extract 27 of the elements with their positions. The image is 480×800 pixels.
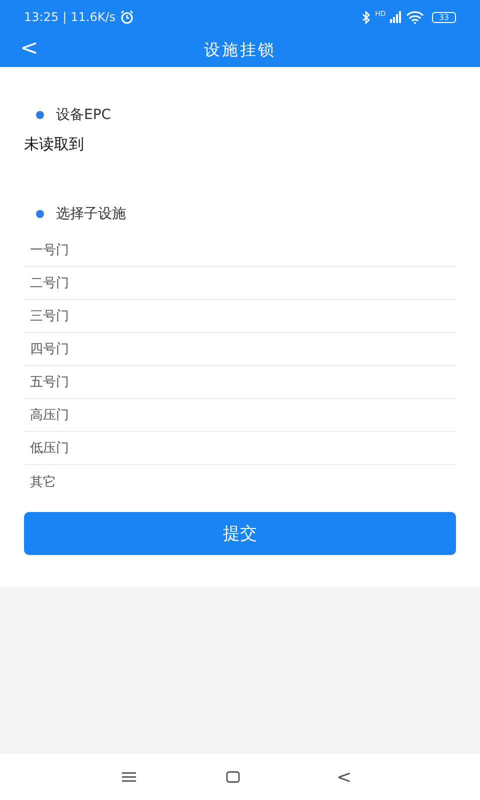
page-title: 设施挂锁 xyxy=(204,40,276,61)
facility-option[interactable]: 三号门 xyxy=(24,300,456,333)
menu-icon[interactable] xyxy=(122,772,136,782)
bullet-dot xyxy=(36,111,44,119)
submit-button[interactable]: 提交 xyxy=(24,512,456,555)
facility-option[interactable]: 低压门 xyxy=(24,432,456,465)
back-button[interactable]: < xyxy=(14,36,44,61)
nav-back-button[interactable]: < xyxy=(330,766,358,788)
facility-option[interactable]: 一号门 xyxy=(24,234,456,267)
network-speed: 11.6K/s xyxy=(70,10,116,24)
section-label: 设备EPC xyxy=(56,106,112,124)
facility-option[interactable]: 高压门 xyxy=(24,399,456,432)
battery-indicator: 33 xyxy=(432,12,456,22)
home-icon[interactable] xyxy=(226,771,240,783)
wifi-icon xyxy=(406,10,424,24)
bluetooth-icon xyxy=(362,10,372,24)
bullet-dot xyxy=(36,210,44,218)
epc-value: 未读取到 xyxy=(24,135,85,154)
separator: | xyxy=(62,10,67,24)
alarm-icon xyxy=(120,10,134,24)
facility-option[interactable]: 五号门 xyxy=(24,366,456,399)
facility-option[interactable]: 其它 xyxy=(24,465,456,498)
clock: 13:25 xyxy=(24,10,59,24)
facility-option[interactable]: 四号门 xyxy=(24,333,456,366)
signal-icon xyxy=(390,11,402,23)
section-label: 选择子设施 xyxy=(56,205,126,223)
facility-option[interactable]: 二号门 xyxy=(24,267,456,300)
